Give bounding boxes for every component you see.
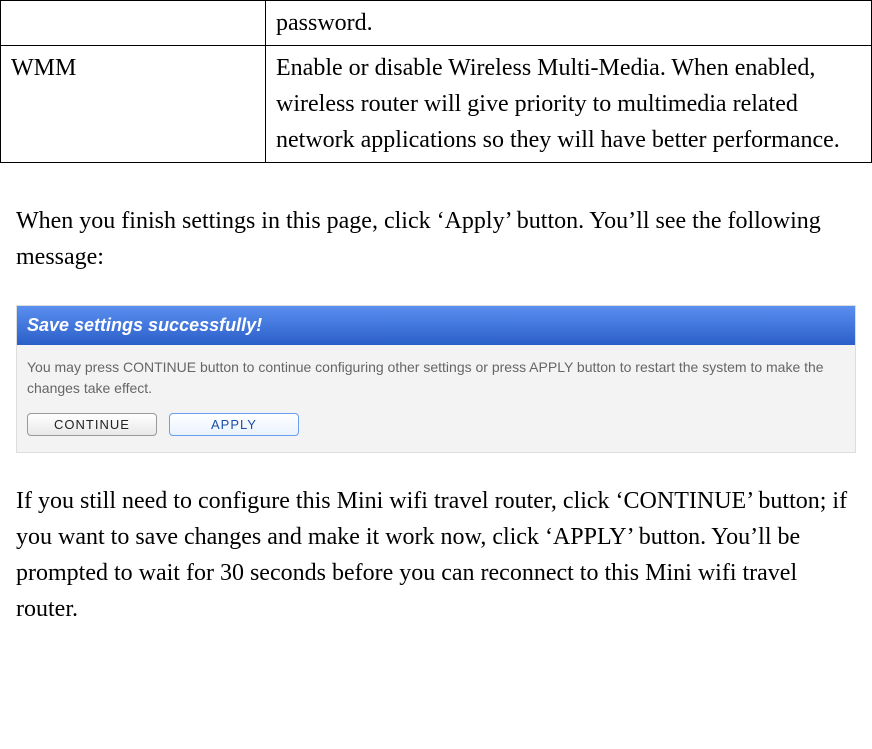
- settings-table: password. WMM Enable or disable Wireless…: [0, 0, 872, 163]
- table-cell-desc: password.: [266, 1, 872, 46]
- table-row: WMM Enable or disable Wireless Multi-Med…: [1, 46, 872, 163]
- table-cell-label: WMM: [1, 46, 266, 163]
- paragraph-followup: If you still need to configure this Mini…: [16, 483, 856, 627]
- continue-button[interactable]: CONTINUE: [27, 413, 157, 436]
- screenshot-button-row: CONTINUE APPLY: [27, 413, 845, 436]
- paragraph-intro: When you finish settings in this page, c…: [16, 203, 856, 275]
- table-cell-desc: Enable or disable Wireless Multi-Media. …: [266, 46, 872, 163]
- screenshot-body: You may press CONTINUE button to continu…: [17, 345, 855, 452]
- apply-button[interactable]: APPLY: [169, 413, 299, 436]
- table-row: password.: [1, 1, 872, 46]
- table-cell-label: [1, 1, 266, 46]
- screenshot-text: You may press CONTINUE button to continu…: [27, 357, 845, 399]
- screenshot-header: Save settings successfully!: [17, 306, 855, 345]
- save-settings-screenshot: Save settings successfully! You may pres…: [16, 305, 856, 453]
